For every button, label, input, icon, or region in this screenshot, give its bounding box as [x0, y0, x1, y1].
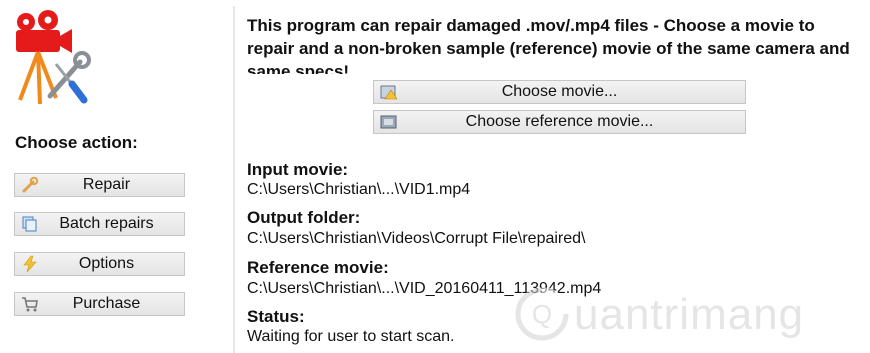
input-movie-label: Input movie: [247, 160, 349, 179]
options-button-label: Options [78, 255, 135, 272]
options-button[interactable]: Options [14, 252, 185, 276]
cart-icon [22, 297, 38, 312]
status-label: Status: [247, 307, 305, 326]
status-text: Waiting for user to start scan. [247, 328, 455, 345]
repair-button[interactable]: Repair [14, 173, 185, 197]
purchase-button-label: Purchase [72, 295, 141, 312]
watermark-text: uantrimang [574, 290, 805, 339]
sidebar: Choose action: Repair Batch repairs Opti… [0, 0, 232, 353]
choose-movie-button-label: Choose movie... [501, 83, 618, 100]
output-folder-label: Output folder: [247, 208, 361, 227]
movie-file-warning-icon [380, 85, 398, 100]
movie-file-icon [380, 115, 397, 129]
wrench-icon [22, 176, 39, 193]
choose-reference-movie-button[interactable]: Choose reference movie... [373, 110, 746, 134]
batch-repairs-button-label: Batch repairs [59, 215, 154, 232]
svg-text:Q: Q [532, 299, 552, 329]
repair-button-label: Repair [82, 176, 131, 193]
input-movie-path: C:\Users\Christian\...\VID1.mp4 [247, 181, 471, 198]
purchase-button[interactable]: Purchase [14, 292, 185, 316]
panel-divider [233, 6, 235, 353]
choose-reference-movie-button-label: Choose reference movie... [465, 113, 654, 130]
camera-tools-logo-icon [16, 10, 91, 105]
batch-repairs-button[interactable]: Batch repairs [14, 212, 185, 236]
lightning-icon [23, 255, 37, 273]
program-description: This program can repair damaged .mov/.mp… [247, 16, 850, 74]
batch-icon [22, 216, 37, 232]
choose-movie-button[interactable]: Choose movie... [373, 80, 746, 104]
reference-movie-label: Reference movie: [247, 258, 389, 277]
app-window: Choose action: Repair Batch repairs Opti… [0, 0, 870, 353]
output-folder-path: C:\Users\Christian\Videos\Corrupt File\r… [247, 230, 586, 247]
reference-movie-path: C:\Users\Christian\...\VID_20160411_1139… [247, 280, 602, 297]
choose-action-label: Choose action: [15, 133, 138, 152]
